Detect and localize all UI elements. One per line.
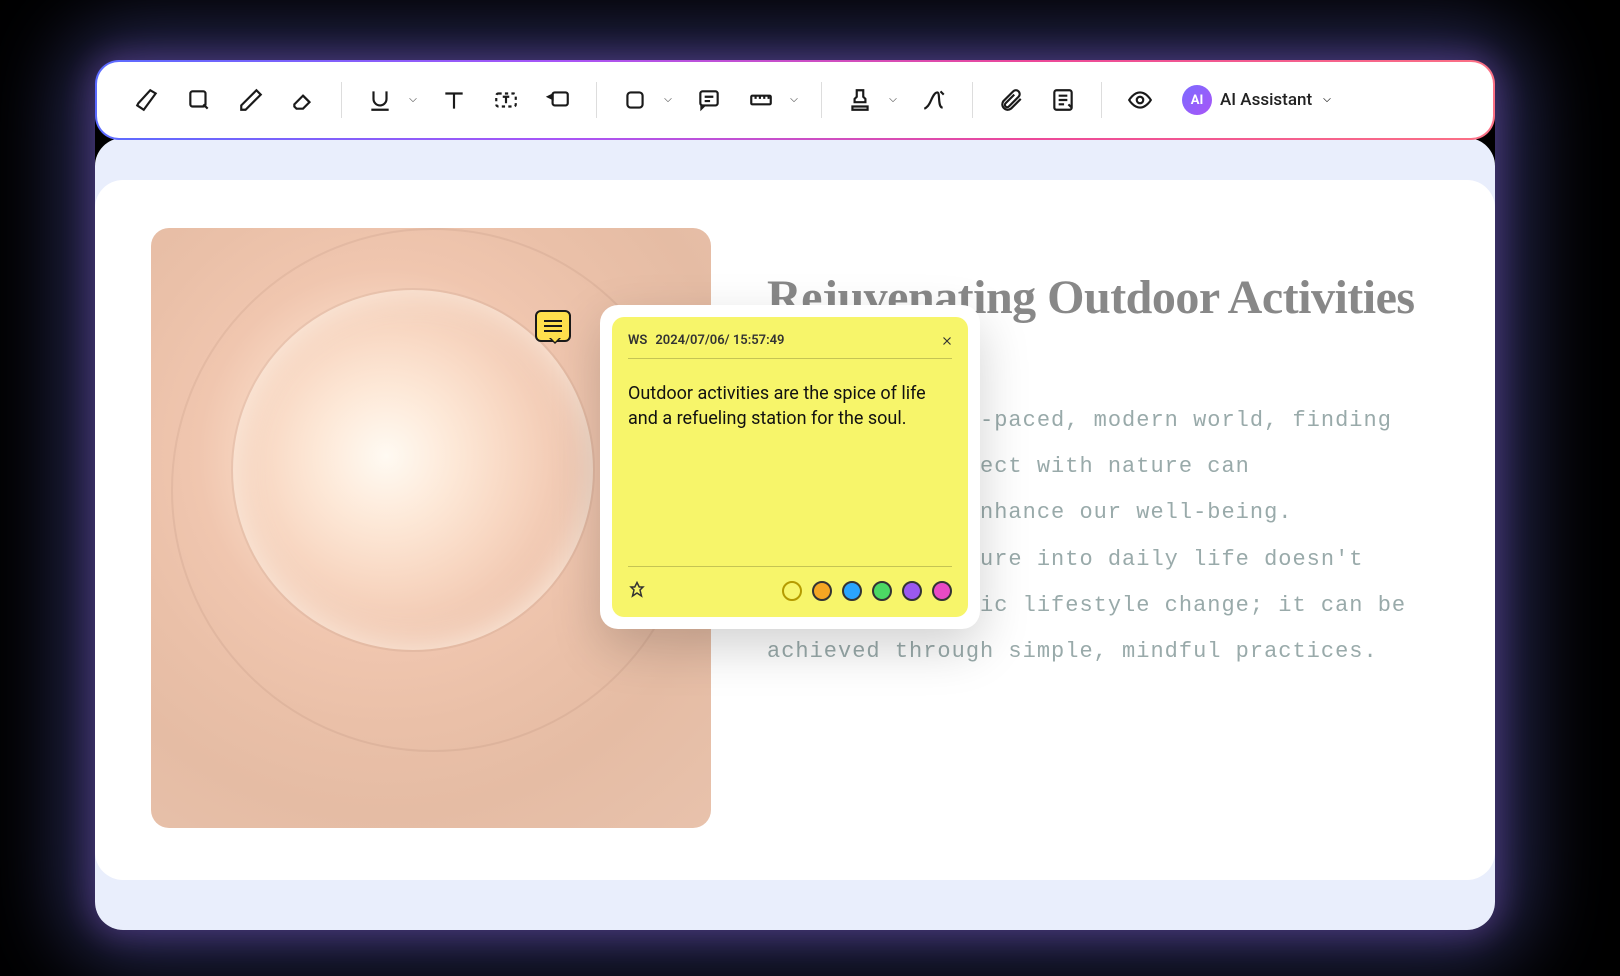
note-tool[interactable] xyxy=(1041,78,1085,122)
visibility-tool[interactable] xyxy=(1118,78,1162,122)
highlighter-tool[interactable] xyxy=(125,78,169,122)
color-swatch-purple[interactable] xyxy=(902,581,922,601)
pin-button[interactable] xyxy=(628,581,646,603)
color-swatch-yellow[interactable] xyxy=(782,581,802,601)
toolbar-separator xyxy=(1101,82,1102,118)
text-tool[interactable] xyxy=(432,78,476,122)
close-button[interactable] xyxy=(940,329,954,353)
toolbar-separator xyxy=(596,82,597,118)
underline-tool[interactable] xyxy=(358,78,402,122)
close-icon xyxy=(940,334,954,348)
area-highlight-tool[interactable] xyxy=(177,78,221,122)
document-page: Rejuvenating Outdoor Activities In today… xyxy=(95,180,1495,880)
divider xyxy=(628,566,952,567)
sticky-note-popup: WS 2024/07/06/ 15:57:49 Outdoor activiti… xyxy=(600,305,980,629)
chevron-down-icon[interactable] xyxy=(661,93,675,107)
pin-icon xyxy=(628,581,646,599)
measure-tool[interactable] xyxy=(739,78,783,122)
color-swatch-green[interactable] xyxy=(872,581,892,601)
sticky-color-palette xyxy=(782,581,952,601)
sticky-author: WS xyxy=(628,333,647,348)
toolbar: AI AI Assistant xyxy=(95,60,1495,140)
toolbar-separator xyxy=(821,82,822,118)
color-swatch-pink[interactable] xyxy=(932,581,952,601)
toolbar-separator xyxy=(341,82,342,118)
attachment-tool[interactable] xyxy=(989,78,1033,122)
color-swatch-blue[interactable] xyxy=(842,581,862,601)
toolbar-separator xyxy=(972,82,973,118)
comment-tool[interactable] xyxy=(687,78,731,122)
callout-tool[interactable] xyxy=(536,78,580,122)
sticky-note-meta: WS 2024/07/06/ 15:57:49 xyxy=(628,333,952,359)
pencil-tool[interactable] xyxy=(229,78,273,122)
shape-tool[interactable] xyxy=(613,78,657,122)
note-lines-icon xyxy=(544,325,562,327)
chevron-down-icon[interactable] xyxy=(886,93,900,107)
ai-assistant-button[interactable]: AI AI Assistant xyxy=(1170,79,1346,121)
sticky-note-body: WS 2024/07/06/ 15:57:49 Outdoor activiti… xyxy=(612,317,968,617)
stamp-tool[interactable] xyxy=(838,78,882,122)
ai-badge-icon: AI xyxy=(1182,85,1212,115)
sticky-timestamp: 2024/07/06/ 15:57:49 xyxy=(655,333,784,348)
eraser-tool[interactable] xyxy=(281,78,325,122)
textbox-tool[interactable] xyxy=(484,78,528,122)
chevron-down-icon xyxy=(1320,93,1334,107)
ai-assistant-label: AI Assistant xyxy=(1220,90,1312,110)
chevron-down-icon[interactable] xyxy=(406,93,420,107)
sticky-note-text[interactable]: Outdoor activities are the spice of life… xyxy=(628,381,952,431)
color-swatch-orange[interactable] xyxy=(812,581,832,601)
signature-tool[interactable] xyxy=(912,78,956,122)
sticky-note-marker[interactable] xyxy=(535,310,571,342)
chevron-down-icon[interactable] xyxy=(787,93,801,107)
app-frame: AI AI Assistant Rejuvenating Outdoor Act… xyxy=(95,60,1495,930)
